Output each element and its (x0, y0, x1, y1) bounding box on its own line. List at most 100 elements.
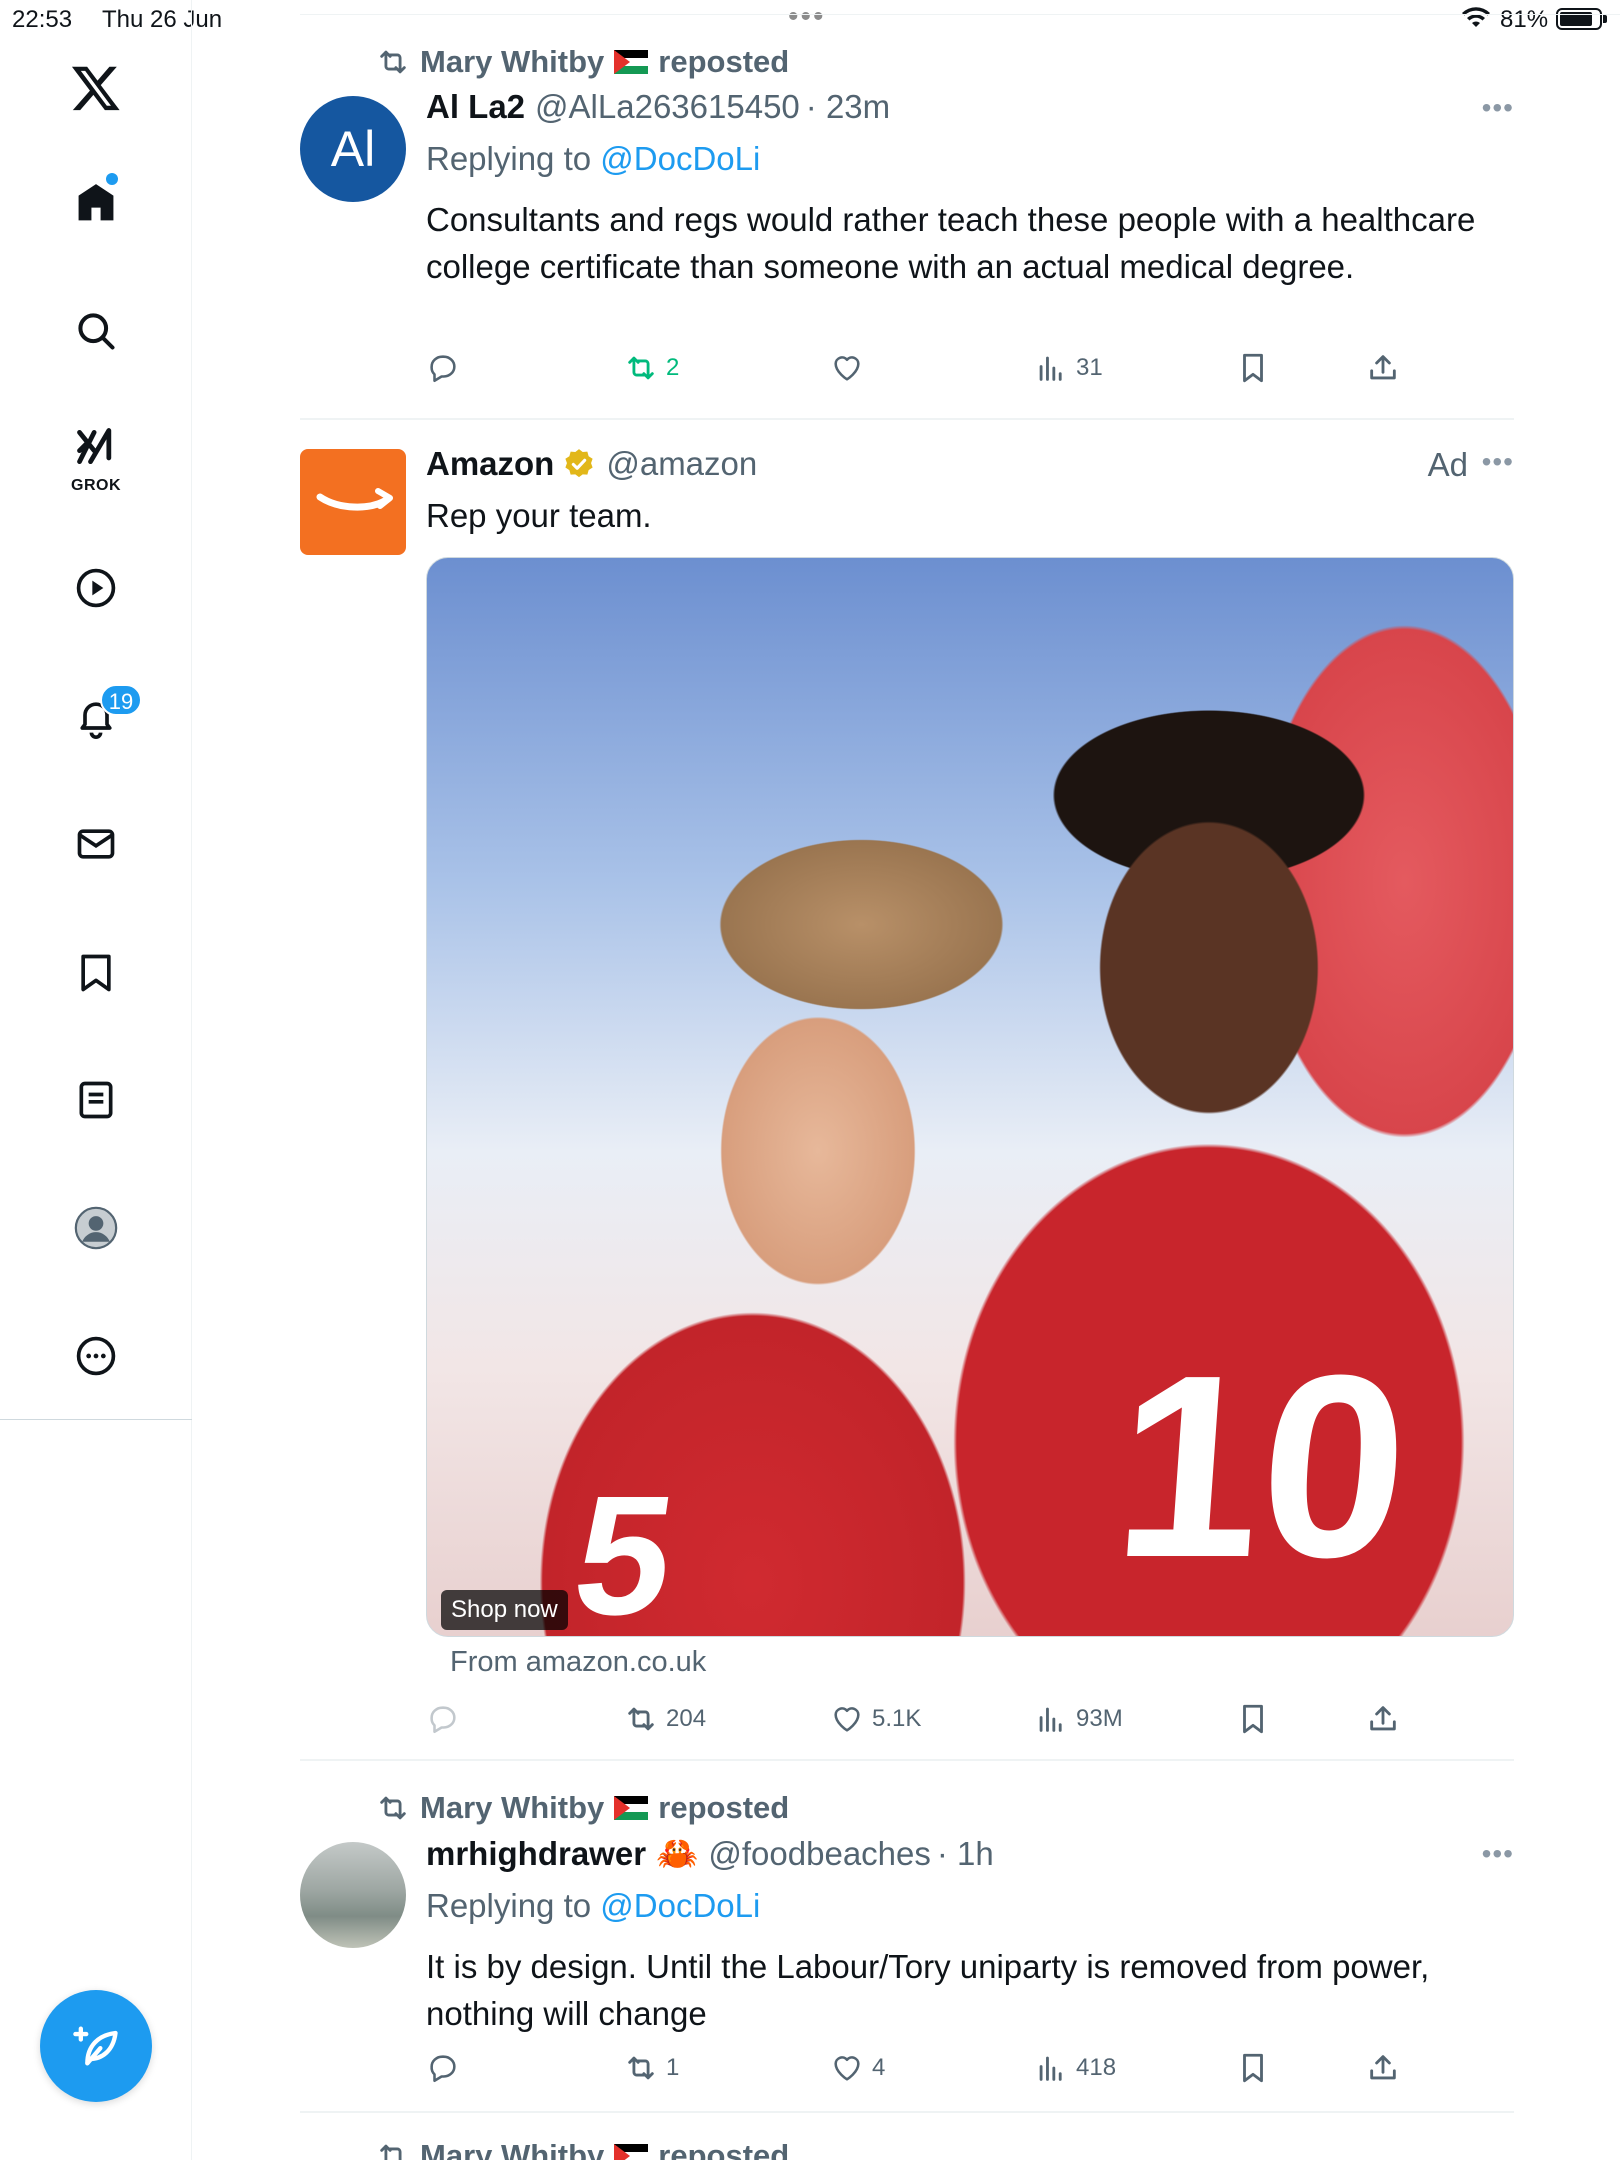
replying-to-label: Replying to (426, 140, 592, 177)
share-button[interactable] (1366, 2051, 1400, 2085)
palestine-flag-icon (614, 2144, 649, 2160)
reply-button[interactable] (426, 2051, 468, 2085)
compose-feather-icon (73, 2026, 118, 2066)
grok-label: GROK (71, 477, 121, 494)
ad-label: Ad (1427, 446, 1468, 483)
like-count: 4 (872, 2054, 886, 2081)
author-name[interactable]: mrhighdrawer (426, 1835, 646, 1873)
share-icon (1370, 2055, 1396, 2080)
sidebar-item-search[interactable] (71, 306, 121, 356)
reply-icon (430, 1706, 456, 1734)
like-button[interactable]: 4 (830, 2051, 885, 2085)
reposter-name[interactable]: Mary Whitby (420, 2138, 604, 2160)
repost-icon (380, 50, 406, 74)
list-icon (79, 1081, 113, 1119)
sidebar-item-grok[interactable] (71, 422, 121, 472)
compose-post-button[interactable] (40, 1990, 152, 2102)
repost-button[interactable]: 2 (624, 351, 679, 385)
share-button[interactable] (1366, 351, 1400, 385)
profile-avatar-icon (74, 1206, 118, 1250)
avatar[interactable] (300, 1842, 406, 1948)
bookmark-button[interactable] (1236, 1702, 1270, 1736)
jersey-number-10: 10 (1106, 1322, 1417, 1612)
bookmark-button[interactable] (1236, 351, 1270, 385)
post-text: Consultants and regs would rather teach … (426, 201, 1476, 285)
views-count: 31 (1076, 354, 1103, 381)
repost-button[interactable]: 1 (624, 2051, 679, 2085)
bookmark-button[interactable] (1236, 2051, 1270, 2085)
sidebar-nav: GROK 19 (0, 0, 192, 2160)
sidebar-item-videos[interactable] (71, 563, 121, 613)
reposter-name[interactable]: Mary Whitby (420, 1790, 604, 1826)
post-divider (300, 418, 1514, 420)
like-button[interactable] (830, 351, 872, 385)
author-name[interactable]: Al La2 (426, 88, 525, 126)
repost-icon (628, 356, 654, 380)
reply-button[interactable] (426, 351, 468, 385)
author-handle[interactable]: @foodbeaches (708, 1835, 931, 1873)
post-more-icon[interactable]: ••• (1482, 1838, 1514, 1870)
share-button[interactable] (1366, 1702, 1400, 1736)
reply-icon (430, 355, 456, 383)
palestine-flag-icon (614, 1796, 649, 1820)
avatar[interactable]: Al (300, 96, 406, 202)
replying-to: Replying to @DocDoLi (426, 1887, 760, 1925)
heart-icon (834, 1707, 860, 1732)
repost-context: Mary Whitby reposted (376, 2138, 789, 2160)
views-button[interactable]: 418 (1034, 2051, 1116, 2085)
views-chart-icon (1039, 1707, 1062, 1732)
shop-now-button[interactable]: Shop now (441, 1590, 568, 1630)
x-logo-icon[interactable] (68, 62, 124, 114)
post-actions: 204 5.1K 93M (426, 1702, 1514, 1742)
share-icon (1370, 1706, 1396, 1731)
ad-source-link[interactable]: From amazon.co.uk (450, 1646, 706, 1679)
views-count: 418 (1076, 2054, 1117, 2081)
home-icon (78, 184, 114, 221)
verified-gold-badge-icon (565, 449, 593, 478)
sidebar-divider (0, 1419, 192, 1420)
repost-icon (628, 1707, 654, 1731)
author-handle[interactable]: @AlLa263615450 (535, 88, 800, 126)
repost-button[interactable]: 204 (624, 1702, 706, 1736)
share-icon (1370, 355, 1396, 380)
replying-to-link[interactable]: @DocDoLi (600, 1887, 760, 1924)
views-button[interactable]: 93M (1034, 1702, 1123, 1736)
sidebar-item-home[interactable] (71, 178, 121, 228)
post-more-icon[interactable]: ••• (1482, 446, 1514, 478)
repost-suffix: reposted (658, 2138, 790, 2160)
post-text: Rep your team. (426, 497, 652, 534)
post-more-icon[interactable]: ••• (1482, 92, 1514, 124)
jersey-number-5: 5 (563, 1461, 685, 1637)
post-time[interactable]: · 23m (806, 88, 890, 126)
reply-button[interactable] (426, 1702, 468, 1736)
repost-context: Mary Whitby reposted (376, 44, 789, 80)
sidebar-item-lists[interactable] (71, 1075, 121, 1125)
sidebar-item-bookmarks[interactable] (71, 948, 121, 998)
author-handle[interactable]: @amazon (606, 445, 757, 483)
post-actions: 1 4 418 (426, 2051, 1514, 2091)
post-text: It is by design. Until the Labour/Tory u… (426, 1948, 1430, 2032)
ad-image-sports-fans[interactable]: 10 5 Shop now (426, 557, 1514, 1637)
views-button[interactable]: 31 (1034, 351, 1103, 385)
sidebar-item-more[interactable] (71, 1331, 121, 1381)
home-unread-dot (106, 173, 118, 185)
notifications-badge: 19 (100, 684, 142, 716)
reposter-name[interactable]: Mary Whitby (420, 44, 604, 80)
like-button[interactable]: 5.1K (830, 1702, 921, 1736)
like-count: 5.1K (872, 1705, 922, 1732)
repost-count: 1 (666, 2054, 680, 2081)
amazon-logo-avatar[interactable] (300, 449, 406, 555)
author-name[interactable]: Amazon (426, 445, 554, 483)
views-count: 93M (1076, 1705, 1123, 1732)
repost-suffix: reposted (658, 1790, 790, 1825)
heart-icon (834, 356, 860, 381)
avatar-initials: Al (330, 121, 376, 177)
post-header: mrhighdrawer 🦀 @foodbeaches · 1h (426, 1834, 994, 1874)
post-divider (300, 1759, 1514, 1761)
sidebar-item-profile[interactable] (71, 1203, 121, 1253)
search-icon (78, 313, 115, 350)
palestine-flag-icon (614, 50, 649, 74)
post-time[interactable]: · 1h (937, 1835, 994, 1873)
sidebar-item-messages[interactable] (71, 819, 121, 869)
replying-to-link[interactable]: @DocDoLi (600, 140, 760, 177)
